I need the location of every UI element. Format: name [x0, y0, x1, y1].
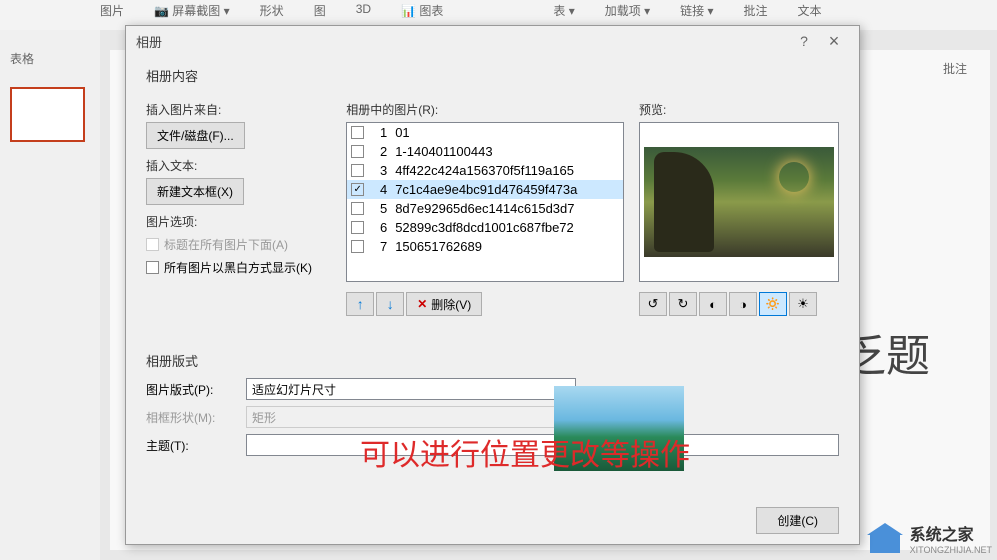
list-item[interactable]: 7150651762689: [347, 237, 623, 256]
checkbox-icon[interactable]: [146, 261, 159, 274]
section-label: 批注: [943, 60, 967, 77]
ribbon-item[interactable]: 批注: [743, 2, 767, 19]
list-item[interactable]: 34ff422c424a156370f5f119a165: [347, 161, 623, 180]
slide-thumbnail[interactable]: [10, 87, 85, 142]
create-button[interactable]: 创建(C): [756, 507, 839, 534]
preview-controls: ↺ ↻ ◐ ◑ 🔅 ☀: [639, 292, 839, 316]
contrast-up-icon[interactable]: ◐: [699, 292, 727, 316]
remove-button[interactable]: ✕删除(V): [406, 292, 482, 316]
new-textbox-button[interactable]: 新建文本框(X): [146, 178, 244, 205]
watermark: 系统之家 XITONGZHIJIA.NET: [870, 521, 992, 555]
ribbon-item[interactable]: 图: [314, 2, 326, 19]
checkbox-icon[interactable]: [351, 126, 364, 139]
rotate-right-icon[interactable]: ↻: [669, 292, 697, 316]
ribbon-item[interactable]: 📊 图表: [401, 2, 443, 19]
ribbon-item[interactable]: 📷 屏幕截图 ▾: [154, 2, 230, 19]
x-icon: ✕: [417, 297, 427, 311]
slide-panel: 表格: [0, 30, 100, 560]
list-item[interactable]: 58d7e92965d6ec1414c615d3d7: [347, 199, 623, 218]
all-bw-checkbox[interactable]: 所有图片以黑白方式显示(K): [146, 259, 331, 276]
checkbox-icon: [146, 238, 159, 251]
ribbon-item[interactable]: 文本: [797, 2, 821, 19]
brightness-down-icon[interactable]: ☀: [789, 292, 817, 316]
help-button[interactable]: ?: [789, 33, 819, 49]
dialog-footer: 创建(C): [756, 507, 839, 534]
panel-label: 表格: [10, 50, 90, 67]
picture-list[interactable]: 101 21-140401100443 34ff422c424a156370f5…: [346, 122, 624, 282]
preview-image: [644, 147, 834, 257]
ribbon-item[interactable]: 形状: [260, 2, 284, 19]
move-down-button[interactable]: ↓: [376, 292, 404, 316]
ribbon-item[interactable]: 加载项 ▾: [605, 2, 650, 19]
file-disk-button[interactable]: 文件/磁盘(F)...: [146, 122, 245, 149]
dialog-titlebar: 相册 ? ×: [126, 26, 859, 56]
ribbon-item[interactable]: 3D: [356, 2, 371, 16]
checkbox-icon[interactable]: [351, 164, 364, 177]
frame-shape-select: 矩形⌵: [246, 406, 576, 428]
pics-in-album-label: 相册中的图片(R):: [346, 101, 624, 118]
content-section-label: 相册内容: [146, 66, 839, 85]
insert-text-label: 插入文本:: [146, 157, 331, 174]
caption-below-checkbox: 标题在所有图片下面(A): [146, 236, 331, 253]
ribbon-item[interactable]: 表 ▾: [553, 2, 574, 19]
pic-options-label: 图片选项:: [146, 213, 331, 230]
list-item[interactable]: 21-140401100443: [347, 142, 623, 161]
checkbox-icon[interactable]: [351, 145, 364, 158]
ribbon-item[interactable]: 图片: [100, 2, 124, 19]
pic-format-label: 图片版式(P):: [146, 381, 236, 398]
preview-label: 预览:: [639, 101, 839, 118]
list-item[interactable]: 652899c3df8dcd1001c687fbe72: [347, 218, 623, 237]
frame-shape-label: 相框形状(M):: [146, 409, 236, 426]
checkbox-icon[interactable]: [351, 221, 364, 234]
watermark-logo-icon: [870, 523, 905, 553]
theme-label: 主题(T):: [146, 437, 236, 454]
list-controls: ↑ ↓ ✕删除(V): [346, 292, 624, 316]
list-item[interactable]: 101: [347, 123, 623, 142]
move-up-button[interactable]: ↑: [346, 292, 374, 316]
watermark-url: XITONGZHIJIA.NET: [910, 545, 992, 555]
checkbox-icon[interactable]: [351, 202, 364, 215]
insert-from-label: 插入图片来自:: [146, 101, 331, 118]
checkbox-icon[interactable]: [351, 240, 364, 253]
moon-shape: [779, 162, 809, 192]
ribbon-item[interactable]: 链接 ▾: [680, 2, 713, 19]
list-item[interactable]: ✓47c1c4ae9e4bc91d476459f473a: [347, 180, 623, 199]
format-section-label: 相册版式: [146, 351, 839, 370]
close-button[interactable]: ×: [819, 31, 849, 52]
checkbox-icon[interactable]: ✓: [351, 183, 364, 196]
contrast-down-icon[interactable]: ◑: [729, 292, 757, 316]
brightness-up-icon[interactable]: 🔅: [759, 292, 787, 316]
watermark-text: 系统之家: [910, 521, 992, 545]
preview-box: [639, 122, 839, 282]
dialog-title: 相册: [136, 32, 789, 51]
tree-shape: [654, 152, 714, 252]
pic-format-select[interactable]: 适应幻灯片尺寸⌵: [246, 378, 576, 400]
annotation-text: 可以进行位置更改等操作: [360, 430, 690, 474]
rotate-left-icon[interactable]: ↺: [639, 292, 667, 316]
